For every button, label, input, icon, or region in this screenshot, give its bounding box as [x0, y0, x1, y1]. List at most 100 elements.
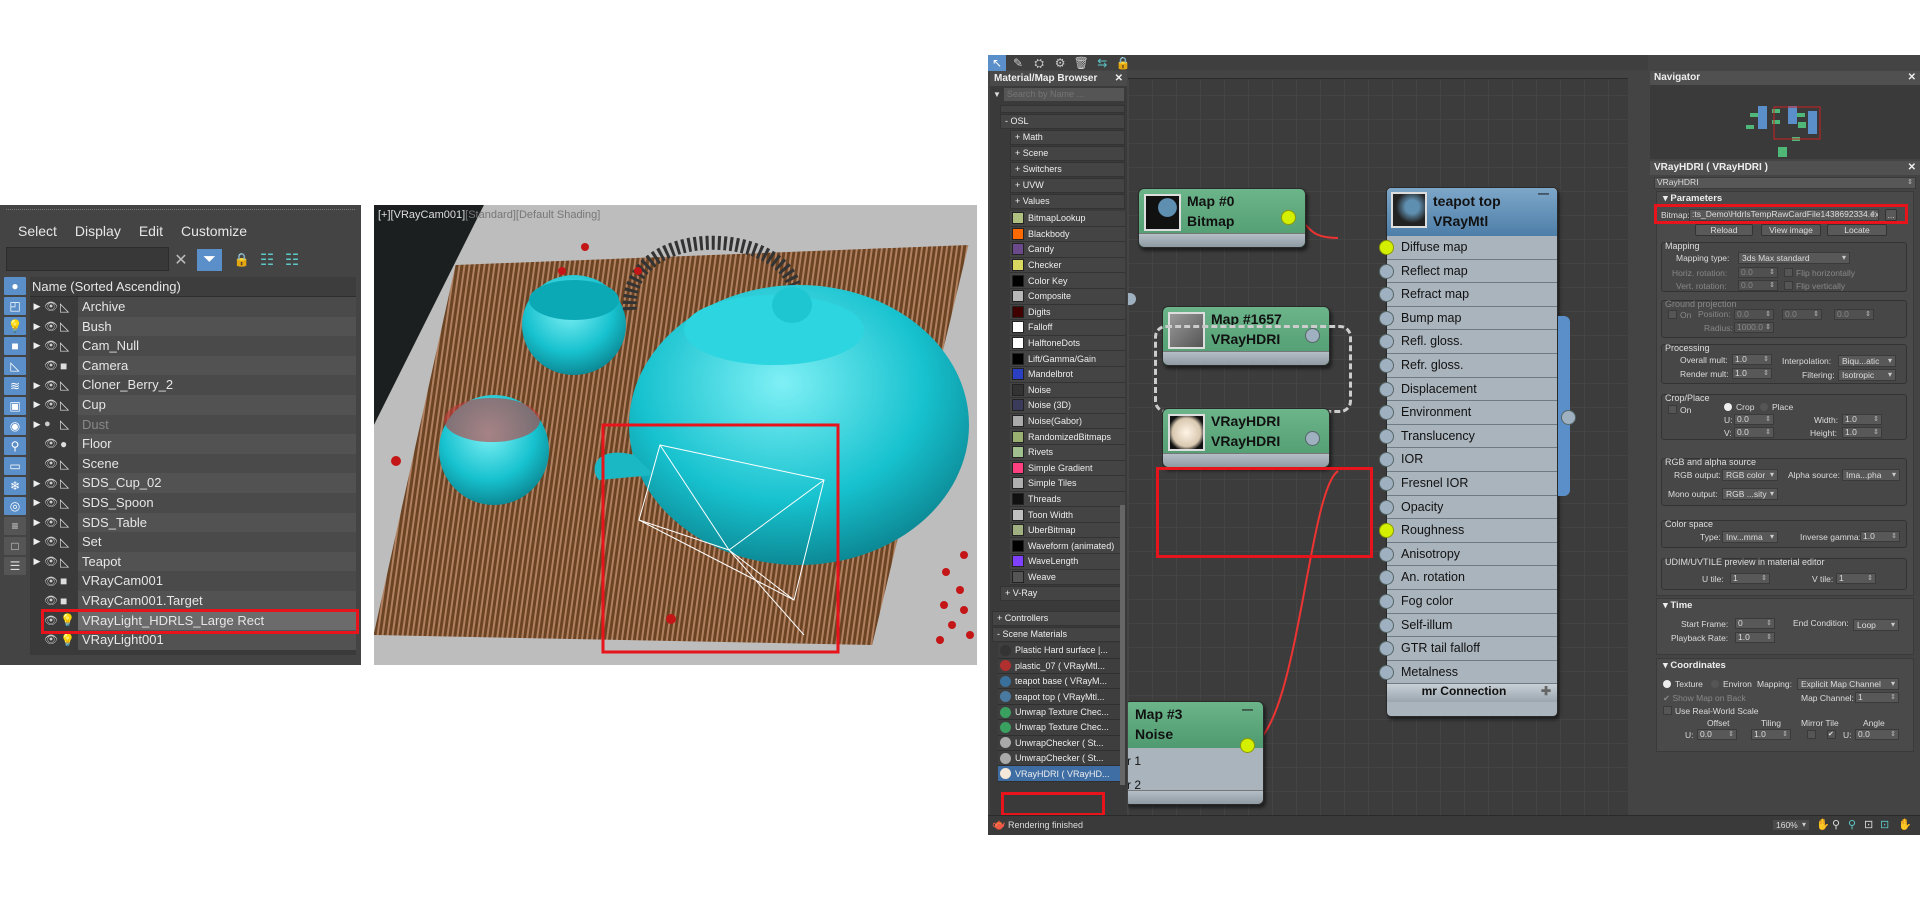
expand-arrow-icon[interactable]: ▶: [30, 419, 44, 430]
mr-connection-rollout[interactable]: mr Connection ✚: [1387, 684, 1557, 703]
menu-select[interactable]: Select: [18, 223, 57, 239]
node-teapot-top-vraymtl[interactable]: teapot top VRayMtl — Diffuse map Reflect …: [1379, 187, 1558, 717]
scene-object-row[interactable]: ▶ 👁 ◺ Set: [30, 532, 356, 552]
category-vray[interactable]: + V-Ray: [1000, 586, 1125, 602]
input-socket[interactable]: [1379, 475, 1394, 491]
overall-mult-spinner[interactable]: 1.0: [1732, 354, 1772, 365]
scene-object-row[interactable]: ▶ 👁 ◺ Bush: [30, 316, 356, 337]
output-socket-map0[interactable]: [1281, 210, 1296, 225]
input-socket[interactable]: [1379, 381, 1394, 397]
geometry-filter-icon[interactable]: ●: [4, 277, 26, 295]
visibility-eye-icon[interactable]: 👁: [44, 633, 60, 646]
visibility-eye-icon[interactable]: 👁: [44, 359, 60, 372]
browser-map-item[interactable]: Toon Width: [1010, 507, 1125, 523]
material-slot[interactable]: Bump map: [1379, 307, 1557, 331]
output-socket-vrayhdri[interactable]: [1305, 431, 1320, 446]
xrefs-filter-icon[interactable]: ◉: [4, 417, 26, 435]
material-slot[interactable]: Refl. gloss.: [1379, 330, 1557, 354]
close-icon[interactable]: ✕: [1115, 71, 1123, 86]
scene-material-item[interactable]: plastic_07 ( VRayMtl...: [998, 658, 1121, 675]
node-graph-view[interactable]: Map #0 Bitmap Map #1657 VRayHDRI VRayHDR…: [1128, 71, 1628, 815]
lock-icon[interactable]: 🔒: [1114, 55, 1132, 71]
material-slot[interactable]: GTR tail falloff: [1379, 637, 1557, 661]
browser-category-osl-sub[interactable]: + Switchers: [1010, 162, 1125, 177]
scene-object-row[interactable]: 👁 💡 VRayLight001: [30, 630, 356, 650]
browser-category-osl-sub[interactable]: + UVW: [1010, 178, 1125, 193]
browser-map-item[interactable]: Noise (3D): [1010, 398, 1125, 414]
scene-material-item[interactable]: teapot base ( VRayM...: [998, 674, 1121, 690]
position-z-spinner[interactable]: 0.0: [1834, 309, 1874, 320]
scene-object-row[interactable]: 👁💡VRayLight_HDRLS_Large Rect Softbox_325…: [30, 610, 356, 647]
tile-u-checkbox[interactable]: ✔: [1827, 730, 1836, 739]
visibility-eye-icon[interactable]: 👁: [44, 477, 60, 490]
scene-object-row[interactable]: ▶ 👁 ◺ SDS_Cup_02: [30, 473, 356, 493]
input-socket[interactable]: [1379, 240, 1394, 255]
expand-arrow-icon[interactable]: ▶: [30, 536, 44, 547]
viewport-menu-plus[interactable]: [+]: [378, 209, 391, 221]
ground-on-checkbox[interactable]: [1668, 310, 1677, 319]
scene-object-row[interactable]: ▶ 👁 ◺ Teapot: [30, 551, 356, 572]
scene-material-item[interactable]: Unwrap Texture Chec...: [998, 704, 1121, 721]
scene-object-row[interactable]: ▶ 👁 ◺ Cloner_Berry_2: [30, 375, 356, 395]
browser-map-item[interactable]: Rivets: [1010, 444, 1125, 461]
panel-grip[interactable]: [6, 209, 355, 212]
browser-map-item[interactable]: Candy: [1010, 242, 1125, 258]
coords-mapping-dropdown[interactable]: Explicit Map Channel: [1797, 678, 1899, 690]
coordinates-rollout-header[interactable]: ▾ Coordinates: [1657, 659, 1913, 673]
scene-material-item[interactable]: UnwrapChecker ( St...: [998, 735, 1121, 751]
environ-radio[interactable]: [1711, 680, 1719, 688]
expand-arrow-icon[interactable]: ▶: [30, 517, 44, 528]
material-slot[interactable]: Fog color: [1379, 590, 1557, 614]
invert-display-icon[interactable]: ☰: [4, 557, 26, 575]
mono-output-dropdown[interactable]: RGB ...sity: [1722, 488, 1778, 500]
menu-customize[interactable]: Customize: [181, 223, 247, 239]
browser-map-item[interactable]: Waveform (animated): [1010, 538, 1125, 555]
offset-u-spinner[interactable]: 0.0: [1697, 729, 1737, 740]
visibility-eye-icon[interactable]: 👁: [44, 575, 60, 588]
layout-icon[interactable]: ⇆: [1093, 55, 1111, 71]
tiling-u-spinner[interactable]: 1.0: [1751, 729, 1791, 740]
color-space-type-dropdown[interactable]: Inv...mma: [1722, 531, 1778, 543]
material-slot[interactable]: Metalness: [1379, 661, 1557, 685]
material-slot[interactable]: Refr. gloss.: [1379, 354, 1557, 378]
viewport-camera-label[interactable]: [VRayCam001]: [391, 209, 466, 221]
crop-width-spinner[interactable]: 1.0: [1842, 414, 1882, 425]
collapsed-category[interactable]: [1000, 105, 1125, 113]
scene-material-item[interactable]: VRayHDRI ( VRayHD...: [998, 766, 1121, 782]
scene-material-item[interactable]: Unwrap Texture Chec...: [998, 720, 1121, 736]
browser-map-item[interactable]: Digits: [1010, 304, 1125, 321]
category-scene-materials[interactable]: - Scene Materials: [992, 627, 1125, 643]
expand-arrow-icon[interactable]: ▶: [30, 321, 44, 332]
interpolation-dropdown[interactable]: Biqu...atic: [1838, 355, 1896, 367]
visibility-eye-icon[interactable]: 👁: [44, 300, 60, 313]
delete-icon[interactable]: 🗑: [1072, 55, 1090, 71]
browser-map-item[interactable]: Simple Tiles: [1010, 476, 1125, 492]
crop-on-checkbox[interactable]: [1668, 405, 1677, 414]
scene-material-item[interactable]: UnwrapChecker ( St...: [998, 750, 1121, 767]
lights-filter-icon[interactable]: 💡: [4, 317, 26, 335]
mirror-u-checkbox[interactable]: [1807, 730, 1816, 739]
clear-search-icon[interactable]: ✕: [172, 249, 190, 271]
bitmap-path-field[interactable]: :ts_Demo\HdrlsTempRawCardFile1438692334.…: [1689, 209, 1879, 221]
browser-search-input[interactable]: [1003, 88, 1124, 101]
assign-material-icon[interactable]: ⛭: [1030, 55, 1048, 71]
material-slot[interactable]: Refract map: [1379, 283, 1557, 307]
input-socket[interactable]: [1379, 593, 1394, 609]
input-socket[interactable]: [1379, 310, 1394, 326]
viewport-label[interactable]: [+][VRayCam001][Standard][Default Shadin…: [378, 209, 600, 221]
input-socket[interactable]: [1379, 452, 1394, 468]
material-slot[interactable]: Fresnel IOR: [1379, 472, 1557, 496]
inverse-gamma-spinner[interactable]: 1.0: [1860, 531, 1900, 542]
input-socket[interactable]: [1379, 405, 1394, 421]
scene-object-row[interactable]: ▶ 👁 ◺ Cam_Null: [30, 336, 356, 356]
input-socket[interactable]: [1379, 428, 1394, 444]
visibility-eye-icon[interactable]: 👁: [44, 457, 60, 470]
hidden-eye-icon[interactable]: ●: [44, 418, 60, 430]
hidden-filter-icon[interactable]: ◎: [4, 497, 26, 515]
input-socket[interactable]: [1379, 523, 1394, 539]
horiz-rotation-spinner[interactable]: 0.0: [1738, 267, 1778, 278]
crop-u-spinner[interactable]: 0.0: [1734, 414, 1774, 425]
browser-map-item[interactable]: WaveLength: [1010, 554, 1125, 570]
browser-map-item[interactable]: Simple Gradient: [1010, 460, 1125, 477]
scene-object-row[interactable]: ▶ 👁 ◺ Cup: [30, 394, 356, 415]
